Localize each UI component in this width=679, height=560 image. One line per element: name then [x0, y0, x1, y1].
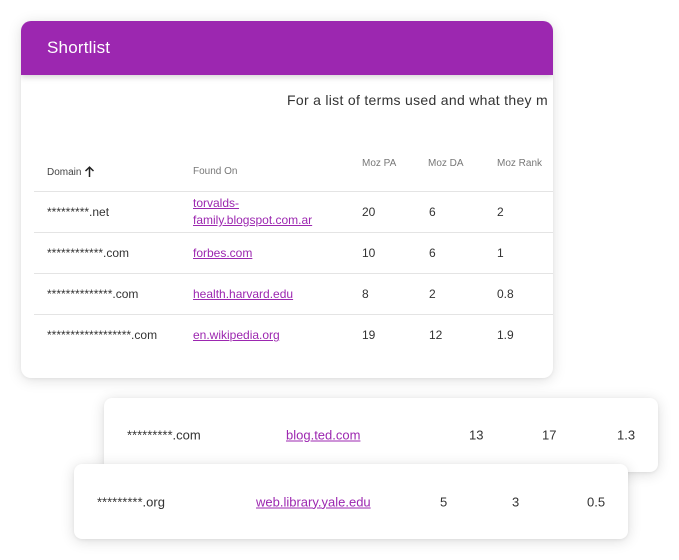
arrow-up-icon[interactable] — [84, 166, 95, 178]
moz-pa-cell: 5 — [440, 494, 448, 509]
column-header-domain[interactable]: Domain — [47, 166, 95, 178]
floating-row-card: *********.com blog.ted.com 13 17 1.3 — [104, 398, 658, 472]
table-row: *********.net torvalds-family.blogspot.c… — [34, 192, 553, 233]
moz-rank-cell: 1.9 — [497, 328, 514, 342]
domain-cell: *********.com — [127, 427, 201, 443]
found-on-link[interactable]: health.harvard.edu — [193, 287, 293, 301]
table-row: **************.com health.harvard.edu 8 … — [34, 274, 553, 315]
moz-rank-cell: 0.8 — [497, 287, 514, 301]
moz-rank-cell: 1.3 — [617, 427, 636, 443]
moz-rank-cell: 1 — [497, 246, 504, 260]
card-title: Shortlist — [47, 38, 111, 57]
column-header-domain-label: Domain — [47, 166, 82, 178]
found-on-link[interactable]: en.wikipedia.org — [193, 328, 280, 342]
moz-rank-cell: 0.5 — [587, 494, 606, 509]
moz-rank-cell: 2 — [497, 205, 504, 219]
moz-pa-cell: 13 — [469, 427, 484, 443]
shortlist-table: Domain Found On Moz PA Moz DA Moz Rank *… — [34, 147, 553, 355]
moz-pa-cell: 20 — [362, 205, 376, 219]
found-on-link[interactable]: blog.ted.com — [286, 428, 360, 443]
floating-row-card: *********.org web.library.yale.edu 5 3 0… — [74, 464, 628, 539]
moz-da-cell: 17 — [542, 427, 557, 443]
column-header-found-on[interactable]: Found On — [193, 166, 237, 177]
moz-pa-cell: 19 — [362, 328, 376, 342]
found-on-link[interactable]: forbes.com — [193, 246, 252, 260]
moz-pa-cell: 10 — [362, 246, 376, 260]
domain-cell: *********.org — [97, 494, 165, 509]
table-row: ************.com forbes.com 10 6 1 — [34, 233, 553, 274]
table-header: Domain Found On Moz PA Moz DA Moz Rank — [34, 147, 553, 192]
shortlist-card: Shortlist For a list of terms used and w… — [21, 21, 553, 378]
found-on-link[interactable]: torvalds-family.blogspot.com.ar — [193, 195, 343, 229]
moz-da-cell: 6 — [429, 205, 436, 219]
column-header-moz-rank[interactable]: Moz Rank — [497, 158, 542, 169]
moz-da-cell: 6 — [429, 246, 436, 260]
domain-cell: ************.com — [47, 246, 130, 260]
intro-text: For a list of terms used and what they m — [287, 92, 548, 108]
table-row: ******************.com en.wikipedia.org … — [34, 315, 553, 355]
domain-cell: *********.net — [47, 205, 110, 219]
moz-pa-cell: 8 — [362, 287, 369, 301]
column-header-moz-da[interactable]: Moz DA — [428, 158, 464, 169]
moz-da-cell: 3 — [512, 494, 520, 509]
moz-da-cell: 2 — [429, 287, 436, 301]
column-header-moz-pa[interactable]: Moz PA — [362, 158, 396, 169]
domain-cell: **************.com — [47, 287, 139, 301]
card-header: Shortlist — [21, 21, 553, 75]
found-on-link[interactable]: web.library.yale.edu — [256, 494, 371, 509]
domain-cell: ******************.com — [47, 328, 158, 342]
moz-da-cell: 12 — [429, 328, 443, 342]
